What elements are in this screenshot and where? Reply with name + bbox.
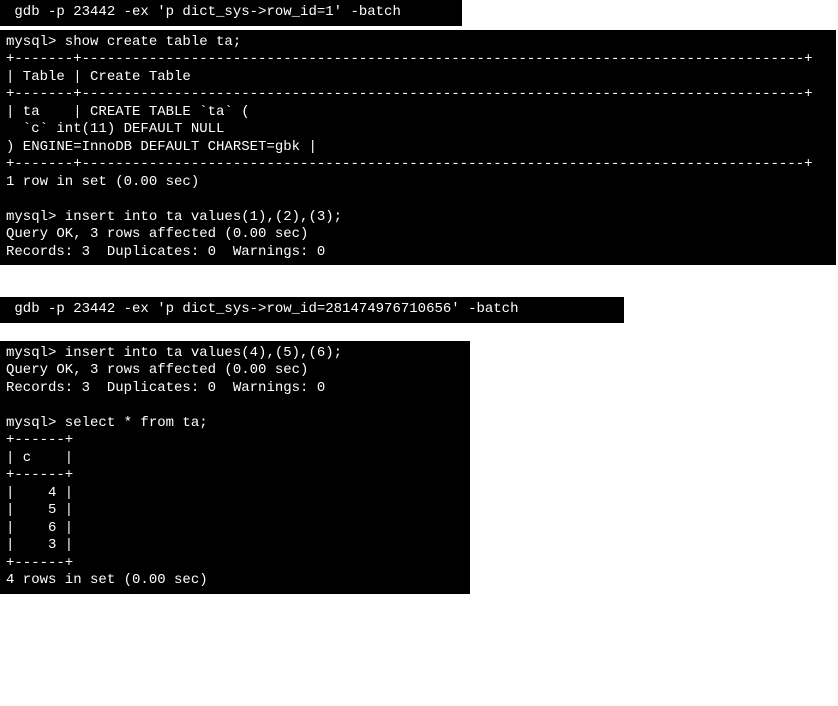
mysql-line: +------+ (6, 467, 73, 483)
mysql-line: +------+ (6, 555, 73, 571)
mysql-line: ) ENGINE=InnoDB DEFAULT CHARSET=gbk | (6, 139, 317, 155)
gdb-command-2-text: gdb -p 23442 -ex 'p dict_sys->row_id=281… (6, 301, 518, 317)
mysql-line: +-------+-------------------------------… (6, 51, 813, 67)
mysql-line: 4 rows in set (0.00 sec) (6, 572, 208, 588)
mysql-line: `c` int(11) DEFAULT NULL (6, 121, 224, 137)
mysql-line: mysql> select * from ta; (6, 415, 208, 431)
mysql-line: mysql> insert into ta values(1),(2),(3); (6, 209, 342, 225)
spacer (0, 269, 838, 297)
mysql-line: Records: 3 Duplicates: 0 Warnings: 0 (6, 380, 325, 396)
mysql-line: +-------+-------------------------------… (6, 86, 813, 102)
mysql-line: | Table | Create Table (6, 69, 191, 85)
mysql-line: mysql> insert into ta values(4),(5),(6); (6, 345, 342, 361)
mysql-line: | ta | CREATE TABLE `ta` ( (6, 104, 250, 120)
mysql-session-block-2: mysql> insert into ta values(4),(5),(6);… (0, 341, 470, 594)
mysql-line: +-------+-------------------------------… (6, 156, 813, 172)
mysql-line: Records: 3 Duplicates: 0 Warnings: 0 (6, 244, 325, 260)
spacer (0, 327, 838, 341)
mysql-line: | 6 | (6, 520, 73, 536)
mysql-line: | 3 | (6, 537, 73, 553)
mysql-line: mysql> show create table ta; (6, 34, 241, 50)
mysql-session-block-1: mysql> show create table ta; +-------+--… (0, 30, 836, 266)
gdb-command-block-2: gdb -p 23442 -ex 'p dict_sys->row_id=281… (0, 297, 624, 323)
mysql-line: | c | (6, 450, 73, 466)
mysql-line: Query OK, 3 rows affected (0.00 sec) (6, 362, 308, 378)
mysql-line: 1 row in set (0.00 sec) (6, 174, 199, 190)
mysql-line: +------+ (6, 432, 73, 448)
gdb-command-block-1: gdb -p 23442 -ex 'p dict_sys->row_id=1' … (0, 0, 462, 26)
gdb-command-1-text: gdb -p 23442 -ex 'p dict_sys->row_id=1' … (6, 4, 401, 20)
mysql-line: | 5 | (6, 502, 73, 518)
mysql-line: | 4 | (6, 485, 73, 501)
mysql-line: Query OK, 3 rows affected (0.00 sec) (6, 226, 308, 242)
